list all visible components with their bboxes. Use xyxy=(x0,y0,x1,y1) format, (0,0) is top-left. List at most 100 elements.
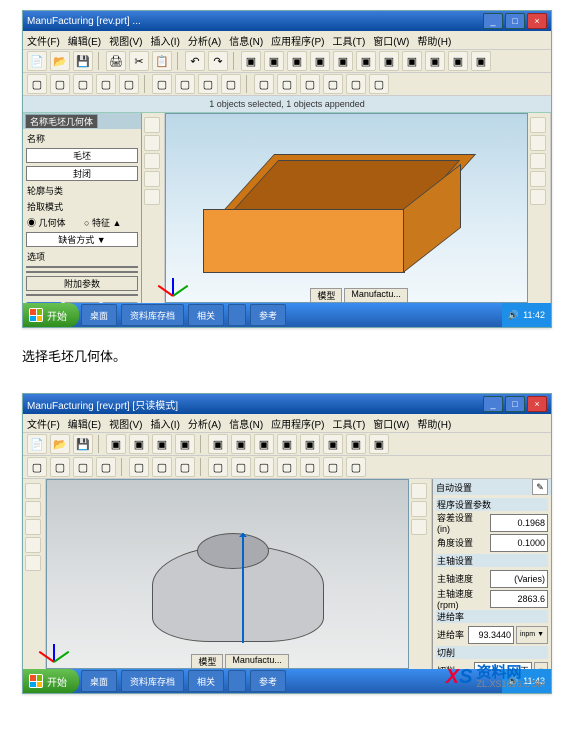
menu-insert[interactable]: 插入(I) xyxy=(150,33,179,48)
tool-icon[interactable]: ▣ xyxy=(231,434,251,454)
copy-icon[interactable]: 📋 xyxy=(152,51,172,71)
tool-icon[interactable]: ▢ xyxy=(277,457,297,477)
prop-value[interactable]: 0.1968 xyxy=(490,514,548,532)
vtool-icon[interactable] xyxy=(144,135,160,151)
vtool-icon[interactable] xyxy=(411,501,427,517)
tool-icon[interactable]: ▢ xyxy=(50,74,70,94)
radio-label[interactable]: ◉ 几何体 xyxy=(26,216,81,229)
tool-icon[interactable]: ▢ xyxy=(175,457,195,477)
menu-view[interactable]: 视图(V) xyxy=(109,33,142,48)
vtool-icon[interactable] xyxy=(530,135,546,151)
new-icon[interactable]: 📄 xyxy=(27,434,47,454)
maximize-button[interactable]: □ xyxy=(505,13,525,29)
tool-icon[interactable]: ▣ xyxy=(254,434,274,454)
menu-analysis[interactable]: 分析(A) xyxy=(188,33,221,48)
task-item[interactable]: 资料库存档 xyxy=(121,670,184,692)
new-icon[interactable]: 📄 xyxy=(27,51,47,71)
vtool-icon[interactable] xyxy=(25,483,41,499)
tool-icon[interactable]: ▢ xyxy=(96,74,116,94)
option-field[interactable]: 附加参数 xyxy=(26,276,138,291)
tool-icon[interactable]: ▣ xyxy=(208,434,228,454)
window-titlebar[interactable]: ManuFacturing [rev.prt] [只读模式] _ □ × xyxy=(23,394,551,414)
menu-file[interactable]: 文件(F) xyxy=(27,33,60,48)
undo-icon[interactable]: ↶ xyxy=(185,51,205,71)
window-titlebar[interactable]: ManuFacturing [rev.prt] ... _ □ × xyxy=(23,11,551,31)
task-item[interactable]: 桌面 xyxy=(81,304,117,326)
start-button[interactable]: 开始 xyxy=(23,303,79,327)
redo-icon[interactable]: ↷ xyxy=(208,51,228,71)
name-field[interactable]: 封闭 xyxy=(26,166,138,181)
menu-window[interactable]: 窗口(W) xyxy=(373,416,409,431)
task-item[interactable]: 桌面 xyxy=(81,670,117,692)
tool-icon[interactable]: ▢ xyxy=(346,457,366,477)
tool-icon[interactable]: ▣ xyxy=(379,51,399,71)
tool-icon[interactable]: ▢ xyxy=(300,74,320,94)
menu-app[interactable]: 应用程序(P) xyxy=(271,416,324,431)
dropdown-field[interactable]: 缺省方式 ▼ xyxy=(26,232,138,247)
menu-tools[interactable]: 工具(T) xyxy=(333,33,366,48)
viewport-tab[interactable]: 模型 xyxy=(191,654,223,668)
menu-info[interactable]: 信息(N) xyxy=(229,33,263,48)
close-button[interactable]: × xyxy=(527,396,547,412)
open-icon[interactable]: 📂 xyxy=(50,434,70,454)
tool-icon[interactable]: ▢ xyxy=(27,74,47,94)
tool-icon[interactable]: ▢ xyxy=(208,457,228,477)
option-field[interactable] xyxy=(26,266,138,268)
panel-tab[interactable]: 名称毛坯几何体 xyxy=(25,114,98,128)
viewport-tab[interactable]: Manufactu... xyxy=(225,654,289,668)
menu-view[interactable]: 视图(V) xyxy=(109,416,142,431)
menu-edit[interactable]: 编辑(E) xyxy=(68,33,101,48)
tool-icon[interactable]: ▣ xyxy=(287,51,307,71)
tool-icon[interactable]: ▢ xyxy=(346,74,366,94)
tool-icon[interactable]: ▢ xyxy=(254,74,274,94)
tool-icon[interactable]: ▢ xyxy=(27,457,47,477)
tool-icon[interactable]: ▣ xyxy=(152,434,172,454)
print-icon[interactable]: 🖨 xyxy=(106,51,126,71)
tool-icon[interactable]: ▣ xyxy=(277,434,297,454)
tool-icon[interactable]: ▢ xyxy=(96,457,116,477)
vtool-icon[interactable] xyxy=(25,501,41,517)
tool-icon[interactable]: ▢ xyxy=(323,74,343,94)
tool-icon[interactable]: ▢ xyxy=(323,457,343,477)
vtool-icon[interactable] xyxy=(144,171,160,187)
vtool-icon[interactable] xyxy=(530,153,546,169)
menu-file[interactable]: 文件(F) xyxy=(27,416,60,431)
radio-label[interactable]: ○ 特征 ▲ xyxy=(83,216,138,229)
save-icon[interactable]: 💾 xyxy=(73,51,93,71)
tool-icon[interactable]: ▣ xyxy=(241,51,261,71)
tool-icon[interactable]: ▣ xyxy=(369,434,389,454)
tool-icon[interactable]: ▣ xyxy=(448,51,468,71)
menu-tools[interactable]: 工具(T) xyxy=(333,416,366,431)
tool-icon[interactable]: ▢ xyxy=(221,74,241,94)
cancel-button[interactable]: 取消 xyxy=(102,302,138,303)
close-button[interactable]: × xyxy=(527,13,547,29)
task-item[interactable] xyxy=(228,304,246,326)
system-tray[interactable]: 🔊 11:42 xyxy=(502,303,551,327)
viewport-tab[interactable]: Manufactu... xyxy=(344,288,408,302)
vtool-icon[interactable] xyxy=(411,483,427,499)
vtool-icon[interactable] xyxy=(25,519,41,535)
prop-value[interactable]: 93.3440 xyxy=(468,626,514,644)
viewport-tab[interactable]: 模型 xyxy=(310,288,342,302)
vtool-icon[interactable] xyxy=(25,555,41,571)
task-item[interactable]: 参考 xyxy=(250,304,286,326)
tool-icon[interactable]: ▢ xyxy=(175,74,195,94)
viewport-3d[interactable]: 模型 Manufactu... xyxy=(46,479,409,669)
tool-icon[interactable]: ▣ xyxy=(471,51,491,71)
vtool-icon[interactable] xyxy=(530,189,546,205)
tool-icon[interactable]: ▣ xyxy=(264,51,284,71)
menu-window[interactable]: 窗口(W) xyxy=(373,33,409,48)
task-item[interactable]: 相关 xyxy=(188,670,224,692)
vtool-icon[interactable] xyxy=(144,153,160,169)
open-icon[interactable]: 📂 xyxy=(50,51,70,71)
viewport-3d[interactable]: 模型 Manufactu... xyxy=(165,113,528,303)
prop-value[interactable]: 2863.6 xyxy=(490,590,548,608)
tool-icon[interactable]: ▣ xyxy=(300,434,320,454)
tool-icon[interactable]: ▣ xyxy=(333,51,353,71)
menu-help[interactable]: 帮助(H) xyxy=(417,416,451,431)
menu-help[interactable]: 帮助(H) xyxy=(417,33,451,48)
minimize-button[interactable]: _ xyxy=(483,13,503,29)
vtool-icon[interactable] xyxy=(530,117,546,133)
name-field[interactable]: 毛坯 xyxy=(26,148,138,163)
tool-icon[interactable]: ▢ xyxy=(231,457,251,477)
